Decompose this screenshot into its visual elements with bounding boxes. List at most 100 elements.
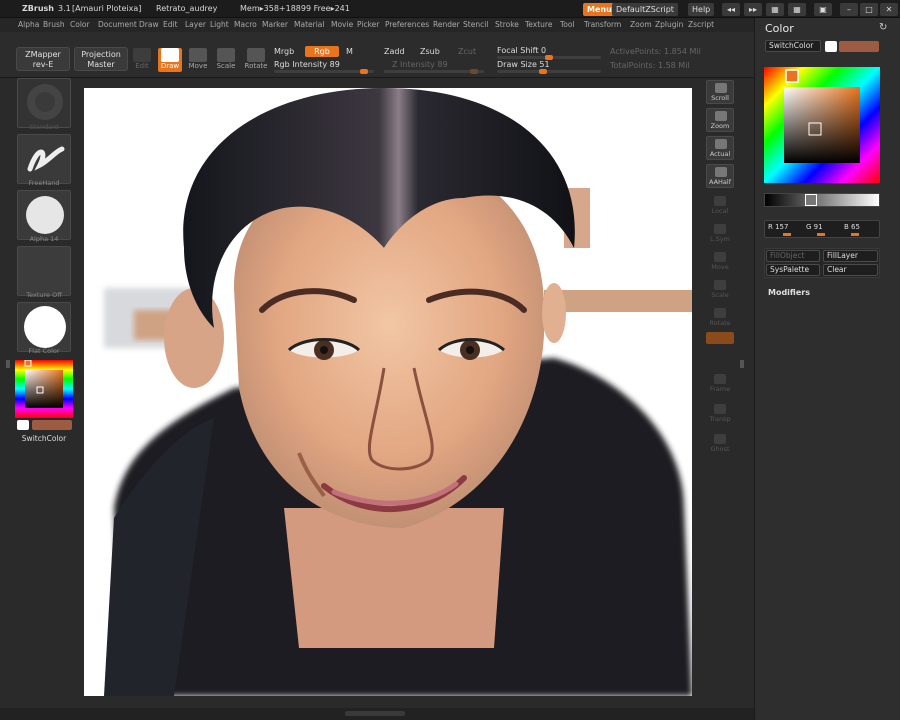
mrgb-toggle[interactable]: Mrgb xyxy=(274,47,294,56)
menu-draw[interactable]: Draw xyxy=(139,20,159,29)
rgb-toggle[interactable]: Rgb xyxy=(305,46,339,57)
value-gradient-knob[interactable] xyxy=(805,194,817,206)
projection-sub-label: Master xyxy=(87,60,115,69)
alpha-button[interactable] xyxy=(17,190,71,240)
frame-button[interactable]: Frame xyxy=(706,372,734,396)
menu-marker[interactable]: Marker xyxy=(262,20,288,29)
z-intensity-slider[interactable] xyxy=(384,69,484,74)
rgb-sliders[interactable]: R 157 G 91 B 65 xyxy=(764,220,880,238)
color-picker[interactable] xyxy=(764,67,880,183)
panel-main-swatch[interactable] xyxy=(839,41,879,52)
green-slider-knob[interactable] xyxy=(817,233,825,236)
rotate-view-button[interactable]: Rotate xyxy=(706,306,734,330)
next-layout-icon[interactable]: ▸▸ xyxy=(744,3,762,16)
menu-alpha[interactable]: Alpha xyxy=(18,20,39,29)
zoom-button[interactable]: Zoom xyxy=(706,108,734,132)
zcut-toggle[interactable]: Zcut xyxy=(458,47,476,56)
main-color-swatch[interactable] xyxy=(32,420,72,430)
rgb-intensity-knob[interactable] xyxy=(360,69,368,74)
menu-light[interactable]: Light xyxy=(210,20,229,29)
local-button[interactable]: Local xyxy=(706,194,734,218)
draw-size-knob[interactable] xyxy=(539,69,547,74)
ui-layout-icon[interactable]: ▦ xyxy=(766,3,784,16)
move-tool-button[interactable]: Move xyxy=(186,48,210,72)
switch-color-button[interactable]: SwitchColor xyxy=(17,434,71,443)
refresh-icon[interactable]: ↻ xyxy=(879,22,887,33)
zadd-toggle[interactable]: Zadd xyxy=(384,47,405,56)
menu-macro[interactable]: Macro xyxy=(234,20,257,29)
sys-palette-button[interactable]: SysPalette xyxy=(766,264,820,276)
left-tray-arrow-icon[interactable] xyxy=(6,360,10,368)
rgb-intensity-slider[interactable] xyxy=(274,69,374,74)
mini-color-picker[interactable] xyxy=(15,359,73,418)
fill-object-button[interactable]: FillObject xyxy=(766,250,820,262)
texture-button[interactable] xyxy=(17,246,71,296)
right-tray-arrow-icon[interactable] xyxy=(740,360,744,368)
menu-brush[interactable]: Brush xyxy=(43,20,65,29)
freehand-stroke-button[interactable] xyxy=(17,134,71,184)
zsub-toggle[interactable]: Zsub xyxy=(420,47,440,56)
panel-secondary-swatch[interactable] xyxy=(825,41,837,52)
help-button[interactable]: Help xyxy=(688,3,714,16)
menu-edit[interactable]: Edit xyxy=(163,20,178,29)
focal-shift-slider[interactable] xyxy=(497,55,601,60)
bottom-tray-grip-icon[interactable] xyxy=(345,711,405,716)
menu-color[interactable]: Color xyxy=(70,20,90,29)
value-gradient-bar[interactable] xyxy=(764,193,880,207)
rotate-tool-button[interactable]: Rotate xyxy=(242,48,270,72)
menu-tool[interactable]: Tool xyxy=(560,20,575,29)
document-canvas[interactable] xyxy=(84,88,692,696)
menu-zplugin[interactable]: Zplugin xyxy=(655,20,683,29)
scale-view-button[interactable]: Scale xyxy=(706,278,734,302)
zmapper-button[interactable]: ZMapper rev-E xyxy=(16,47,70,71)
draw-size-slider[interactable] xyxy=(497,69,601,74)
menu-layer[interactable]: Layer xyxy=(185,20,206,29)
aahalf-button[interactable]: AAHalf xyxy=(706,164,734,188)
standard-brush-button[interactable] xyxy=(17,78,71,128)
draw-tool-button[interactable]: Draw xyxy=(158,48,182,72)
menu-preferences[interactable]: Preferences xyxy=(385,20,429,29)
material-button[interactable] xyxy=(17,302,71,352)
memory-readout: Mem▸358+18899 Free▸241 xyxy=(240,4,350,13)
menu-render[interactable]: Render xyxy=(433,20,460,29)
red-slider-knob[interactable] xyxy=(783,233,791,236)
m-toggle[interactable]: M xyxy=(346,47,353,56)
menu-stencil[interactable]: Stencil xyxy=(463,20,488,29)
polyframe-toggle[interactable] xyxy=(706,332,734,344)
blue-slider-knob[interactable] xyxy=(851,233,859,236)
lsym-button[interactable]: L.Sym xyxy=(706,222,734,246)
alpha-caption: Alpha 14 xyxy=(29,235,59,243)
actual-button[interactable]: Actual xyxy=(706,136,734,160)
projection-master-button[interactable]: Projection Master xyxy=(74,47,128,71)
menu-picker[interactable]: Picker xyxy=(357,20,379,29)
menu-movie[interactable]: Movie xyxy=(331,20,353,29)
ui-layout-2-icon[interactable]: ▦ xyxy=(788,3,806,16)
minimize-icon[interactable]: – xyxy=(840,3,858,16)
menu-document[interactable]: Document xyxy=(98,20,137,29)
menu-zoom[interactable]: Zoom xyxy=(630,20,652,29)
menu-stroke[interactable]: Stroke xyxy=(495,20,519,29)
modifiers-header[interactable]: Modifiers xyxy=(768,288,810,297)
maximize-icon[interactable]: □ xyxy=(860,3,878,16)
prev-layout-icon[interactable]: ◂◂ xyxy=(722,3,740,16)
menu-texture[interactable]: Texture xyxy=(525,20,552,29)
menu-transform[interactable]: Transform xyxy=(584,20,621,29)
scroll-button[interactable]: Scroll xyxy=(706,80,734,104)
edit-tool-button[interactable]: Edit xyxy=(130,48,154,72)
move-view-button[interactable]: Move xyxy=(706,250,734,274)
scale-tool-button[interactable]: Scale xyxy=(214,48,238,72)
ghost-button[interactable]: Ghost xyxy=(706,432,734,456)
fill-layer-button[interactable]: FillLayer xyxy=(823,250,878,262)
z-intensity-knob[interactable] xyxy=(470,69,478,74)
clear-button[interactable]: Clear xyxy=(823,264,878,276)
secondary-color-swatch[interactable] xyxy=(17,420,29,430)
move-view-label: Move xyxy=(711,263,729,271)
switch-color-panel-button[interactable]: SwitchColor xyxy=(765,40,821,52)
default-zscript-button[interactable]: DefaultZScript xyxy=(612,3,678,16)
top-shelf: ZMapper rev-E Projection Master Edit Dra… xyxy=(0,32,754,78)
menu-material[interactable]: Material xyxy=(294,20,324,29)
close-icon[interactable]: ✕ xyxy=(880,3,898,16)
lock-icon[interactable]: ▣ xyxy=(814,3,832,16)
transp-button[interactable]: Transp xyxy=(706,402,734,426)
menu-zscript[interactable]: Zscript xyxy=(688,20,714,29)
